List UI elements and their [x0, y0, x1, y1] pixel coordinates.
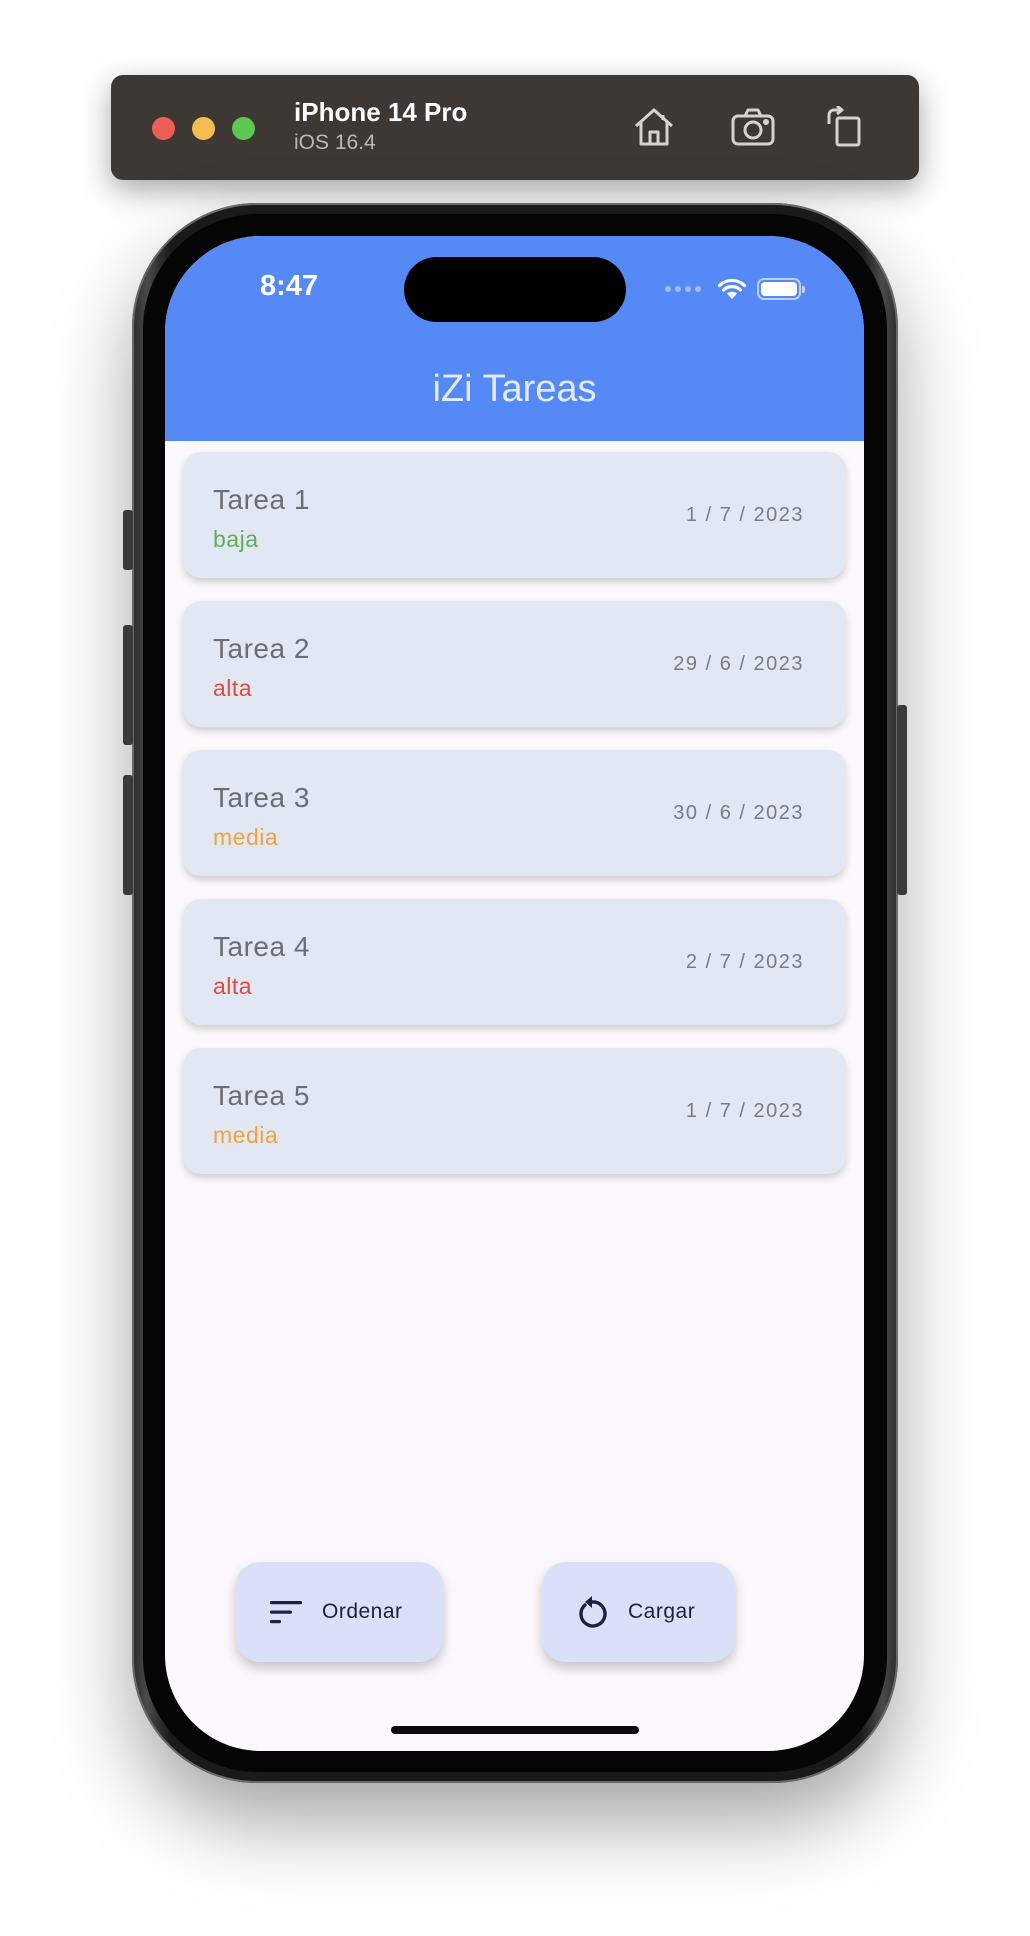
task-title: Tarea 5 — [213, 1080, 310, 1111]
app-title: iZi Tareas — [432, 368, 597, 410]
task-card[interactable]: Tarea 5 media 1 / 7 / 2023 — [183, 1048, 846, 1174]
sort-icon — [266, 1599, 306, 1625]
sort-button[interactable]: Ordenar — [236, 1562, 443, 1662]
rotate-icon — [827, 106, 861, 147]
task-date: 30 / 6 / 2023 — [673, 802, 804, 824]
power-button — [897, 705, 907, 895]
sort-button-label: Ordenar — [322, 1600, 403, 1623]
task-title: Tarea 1 — [213, 484, 310, 515]
task-card[interactable]: Tarea 3 media 30 / 6 / 2023 — [183, 750, 846, 876]
rotate-button[interactable] — [820, 103, 868, 151]
minimize-window-button[interactable] — [192, 117, 215, 140]
dynamic-island — [404, 257, 626, 322]
task-date: 1 / 7 / 2023 — [685, 1100, 804, 1122]
status-time: 8:47 — [260, 270, 319, 302]
status-icons — [665, 276, 805, 302]
battery-icon — [757, 278, 805, 300]
task-list: Tarea 1 baja 1 / 7 / 2023 Tarea 2 alta 2… — [183, 452, 846, 1197]
task-card[interactable]: Tarea 4 alta 2 / 7 / 2023 — [183, 899, 846, 1025]
task-card[interactable]: Tarea 1 baja 1 / 7 / 2023 — [183, 452, 846, 578]
task-title: Tarea 3 — [213, 782, 310, 813]
phone-screen: 8:47 iZi Tareas Tarea 1 baja 1 / 7 / 202… — [165, 236, 864, 1751]
close-window-button[interactable] — [152, 117, 175, 140]
camera-icon — [731, 108, 775, 146]
device-name: iPhone 14 Pro — [294, 97, 468, 127]
task-date: 1 / 7 / 2023 — [685, 504, 804, 526]
load-button[interactable]: Cargar — [542, 1562, 735, 1662]
task-card[interactable]: Tarea 2 alta 29 / 6 / 2023 — [183, 601, 846, 727]
cellular-signal-icon — [665, 286, 701, 292]
task-date: 29 / 6 / 2023 — [673, 653, 804, 675]
zoom-window-button[interactable] — [232, 117, 255, 140]
task-priority: alta — [213, 973, 253, 999]
task-date: 2 / 7 / 2023 — [685, 951, 804, 973]
task-priority: baja — [213, 526, 259, 552]
os-version: iOS 16.4 — [294, 131, 376, 154]
task-title: Tarea 2 — [213, 633, 310, 664]
app-bar: 8:47 iZi Tareas — [165, 236, 864, 441]
task-priority: media — [213, 1122, 279, 1148]
task-priority: alta — [213, 675, 253, 701]
home-indicator[interactable] — [391, 1726, 639, 1734]
load-button-label: Cargar — [628, 1600, 696, 1623]
mute-switch — [123, 510, 133, 570]
volume-down-button — [123, 775, 133, 895]
volume-up-button — [123, 625, 133, 745]
wifi-icon — [717, 278, 747, 299]
task-priority: media — [213, 824, 279, 850]
simulator-toolbar: iPhone 14 Pro iOS 16.4 — [111, 75, 919, 180]
home-icon — [635, 108, 673, 146]
refresh-icon — [572, 1595, 612, 1629]
screenshot-button[interactable] — [729, 103, 777, 151]
task-title: Tarea 4 — [213, 931, 310, 962]
home-button[interactable] — [630, 103, 678, 151]
